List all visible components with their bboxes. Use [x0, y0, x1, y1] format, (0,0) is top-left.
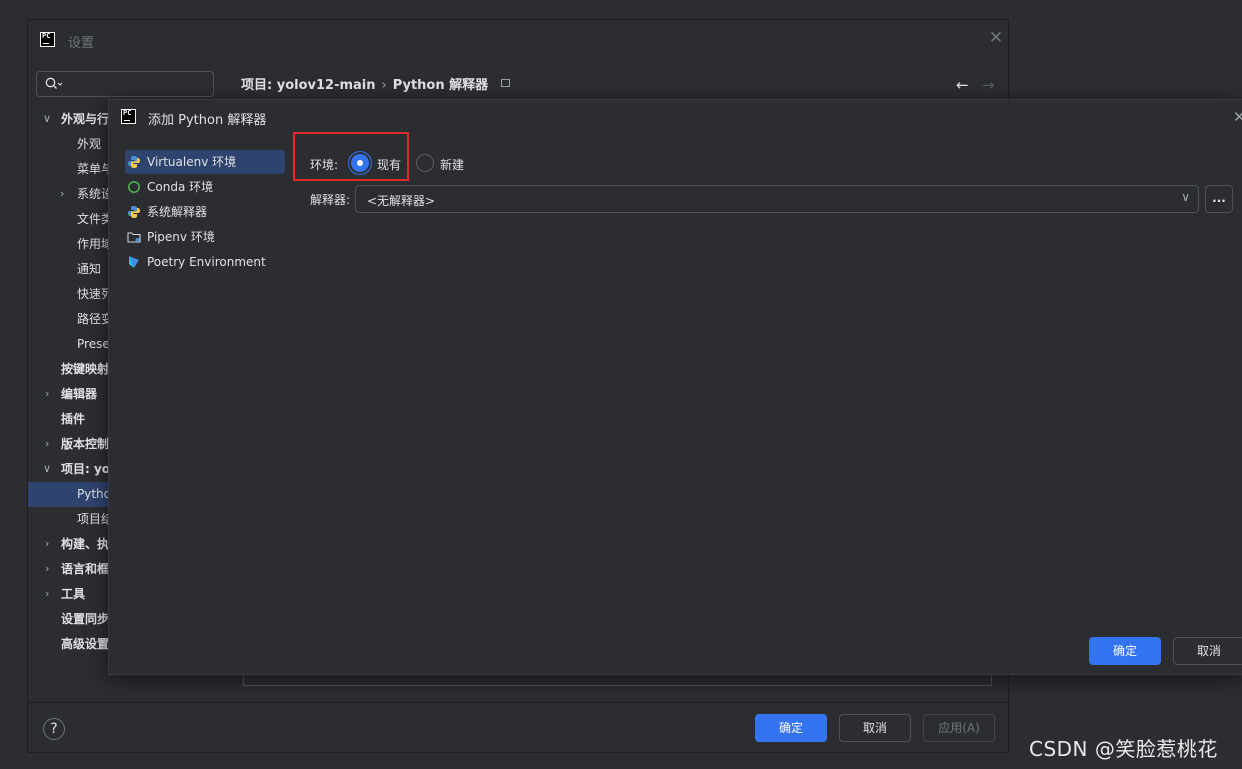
tree-item-menus-toolbars[interactable]: 菜单与: [77, 157, 111, 182]
dialog-ok-button[interactable]: 确定: [1089, 637, 1161, 665]
tree-item-appearance[interactable]: 外观: [77, 132, 111, 157]
tree-item-project-structure[interactable]: 项目结: [77, 507, 111, 532]
settings-search-input[interactable]: [36, 71, 214, 97]
cancel-button[interactable]: 取消: [839, 714, 911, 742]
chevron-right-icon[interactable]: ›: [45, 387, 49, 400]
tree-item-notifications[interactable]: 通知: [77, 257, 111, 282]
settings-titlebar: PC 设置 ✕: [28, 20, 1008, 60]
close-icon[interactable]: ✕: [986, 28, 1006, 48]
tree-item-project[interactable]: 项目: yo: [61, 457, 111, 482]
pycharm-logo-icon: PC: [40, 32, 55, 47]
env-item-system[interactable]: 系统解释器: [125, 200, 285, 224]
tree-item-appearance-behavior[interactable]: 外观与行: [61, 107, 111, 132]
tree-item-quick-lists[interactable]: 快速列: [77, 282, 111, 307]
settings-title: 设置: [68, 36, 95, 51]
chevron-right-icon[interactable]: ›: [45, 587, 49, 600]
env-item-conda[interactable]: Conda 环境: [125, 175, 285, 199]
pipenv-folder-icon: [127, 232, 141, 243]
pycharm-logo-icon: PC: [121, 109, 136, 124]
tree-item-languages-frameworks[interactable]: 语言和框: [61, 557, 111, 582]
env-item-label: Conda 环境: [147, 180, 214, 194]
interpreter-label: 解释器:: [310, 193, 351, 207]
search-icon: [45, 77, 63, 89]
env-item-label: 系统解释器: [147, 205, 208, 219]
tree-item-editor[interactable]: 编辑器: [61, 382, 111, 407]
chevron-right-icon[interactable]: ›: [45, 562, 49, 575]
radio-existing-label[interactable]: 现有: [377, 156, 401, 173]
dialog-title: 添加 Python 解释器: [148, 113, 267, 128]
help-button[interactable]: ?: [43, 718, 65, 740]
env-item-virtualenv[interactable]: Virtualenv 环境: [125, 150, 285, 174]
env-item-label: Poetry Environment: [147, 255, 266, 269]
watermark: CSDN @笑脸惹桃花: [1029, 737, 1218, 761]
tree-item-advanced-settings[interactable]: 高级设置: [61, 632, 111, 657]
chevron-down-icon[interactable]: ∨: [43, 112, 51, 125]
tree-item-scopes[interactable]: 作用域: [77, 232, 111, 257]
tree-item-file-colors[interactable]: 文件类: [77, 207, 111, 232]
python-icon: [128, 206, 140, 218]
env-item-label: Virtualenv 环境: [147, 155, 237, 169]
chevron-right-icon[interactable]: ›: [45, 437, 49, 450]
poetry-icon: [129, 256, 139, 268]
back-arrow-icon[interactable]: ←: [956, 76, 969, 94]
chevron-right-icon[interactable]: ›: [45, 537, 49, 550]
breadcrumb-separator: ›: [381, 78, 387, 93]
add-interpreter-dialog: PC 添加 Python 解释器 ✕ Virtualenv 环境 Conda 环…: [108, 99, 1242, 675]
tree-item-path-variables[interactable]: 路径变: [77, 307, 111, 332]
breadcrumb: 项目: yolov12-main › Python 解释器: [241, 74, 510, 93]
breadcrumb-project[interactable]: 项目: yolov12-main: [241, 78, 376, 93]
tree-item-build-execution[interactable]: 构建、执: [61, 532, 111, 557]
interpreter-select[interactable]: <无解释器> ∨: [355, 185, 1199, 213]
environment-label: 环境:: [310, 158, 339, 172]
chevron-down-icon[interactable]: ∨: [43, 462, 51, 475]
close-icon[interactable]: ✕: [1233, 108, 1242, 126]
browse-button[interactable]: ...: [1205, 185, 1233, 213]
breadcrumb-page: Python 解释器: [392, 78, 489, 93]
tree-item-system-settings[interactable]: 系统设: [77, 182, 111, 207]
env-item-label: Pipenv 环境: [147, 230, 215, 244]
radio-new[interactable]: [416, 154, 434, 172]
dialog-cancel-button[interactable]: 取消: [1173, 637, 1242, 665]
tree-item-python-interpreter[interactable]: Pytho: [77, 482, 111, 507]
env-item-pipenv[interactable]: Pipenv 环境: [125, 225, 285, 249]
tree-item-presentation[interactable]: Prese: [77, 332, 111, 357]
ok-button[interactable]: 确定: [755, 714, 827, 742]
env-item-poetry[interactable]: Poetry Environment: [125, 250, 285, 274]
python-icon: [128, 156, 140, 168]
interpreter-select-value: <无解释器>: [367, 194, 436, 208]
tree-item-version-control[interactable]: 版本控制: [61, 432, 111, 457]
tree-item-plugins[interactable]: 插件: [61, 407, 111, 432]
apply-button[interactable]: 应用(A): [923, 714, 995, 742]
tree-item-keymap[interactable]: 按键映射: [61, 357, 111, 382]
window-icon: [500, 79, 510, 87]
forward-arrow-icon[interactable]: →: [982, 76, 995, 94]
conda-icon: [128, 181, 140, 193]
radio-new-label[interactable]: 新建: [440, 156, 464, 173]
tree-item-tools[interactable]: 工具: [61, 582, 111, 607]
chevron-down-icon: ∨: [1181, 190, 1190, 204]
radio-existing[interactable]: [351, 154, 369, 172]
chevron-right-icon[interactable]: ›: [60, 187, 64, 200]
tree-item-settings-sync[interactable]: 设置同步: [61, 607, 111, 632]
